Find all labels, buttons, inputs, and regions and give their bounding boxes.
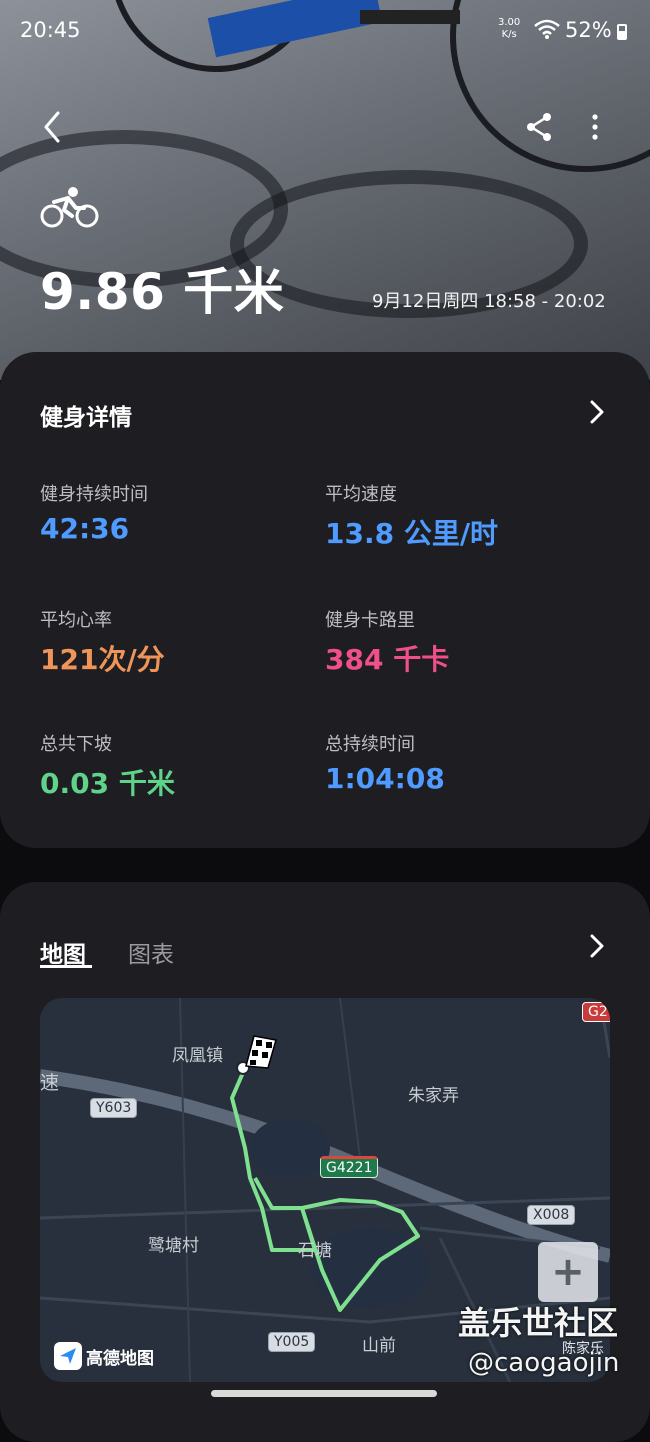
stat-label-total-duration: 总持续时间: [325, 734, 415, 755]
chevron-right-icon[interactable]: [588, 400, 606, 424]
home-indicator[interactable]: [211, 1390, 437, 1397]
map-place-label: 鹭塘村: [148, 1236, 199, 1256]
map-place-label: 山前: [362, 1336, 396, 1356]
road-tag: Y005: [268, 1332, 316, 1352]
status-time: 20:45: [20, 18, 81, 42]
chevron-left-icon: [44, 111, 60, 143]
stat-label-duration: 健身持续时间: [40, 484, 148, 505]
tab-map[interactable]: 地图: [40, 935, 86, 969]
details-title: 健身详情: [40, 405, 132, 431]
stat-label-avg-heart-rate: 平均心率: [40, 610, 112, 631]
chevron-right-icon[interactable]: [588, 934, 606, 958]
stat-label-calories: 健身卡路里: [325, 610, 415, 631]
amap-logo-icon: [54, 1342, 82, 1370]
stat-value-duration: 42:36: [40, 512, 130, 545]
stat-value-total-duration: 1:04:08: [325, 762, 445, 795]
back-button[interactable]: [32, 107, 72, 147]
map-place-label: 凤凰镇: [172, 1046, 223, 1066]
more-vertical-icon: [592, 114, 598, 140]
map-place-label: 朱家弄: [408, 1086, 459, 1106]
amap-logo: 高德地图: [54, 1342, 154, 1370]
stat-value-avg-heart-rate: 121次/分: [40, 643, 165, 676]
amap-logo-text: 高德地图: [86, 1348, 154, 1369]
network-speed: 3.00 K/s: [498, 17, 520, 41]
more-options-button[interactable]: [575, 107, 615, 147]
road-tag: G2: [582, 1002, 610, 1022]
plus-icon: +: [551, 1249, 585, 1295]
stat-value-avg-speed: 13.8 公里/时: [325, 517, 499, 550]
battery-percent: 52%: [565, 18, 612, 42]
workout-datetime: 9月12日周四 18:58 - 20:02: [372, 291, 606, 312]
share-button[interactable]: [519, 107, 559, 147]
watermark-community: 盖乐世社区: [458, 1304, 619, 1342]
cycling-icon: [40, 187, 99, 228]
stat-label-downhill: 总共下坡: [40, 734, 112, 755]
watermark-username: @caogaojin: [468, 1348, 620, 1378]
stat-value-downhill: 0.03 千米: [40, 767, 175, 800]
wifi-icon: [534, 19, 560, 39]
status-bar: 20:45 3.00 K/s 52%: [0, 0, 650, 60]
tab-map-underline: [40, 965, 92, 968]
stat-label-avg-speed: 平均速度: [325, 484, 397, 505]
network-speed-unit: K/s: [501, 29, 517, 40]
road-tag: Y603: [90, 1098, 138, 1118]
road-tag: X008: [527, 1205, 576, 1225]
road-tag: G4221: [320, 1156, 379, 1178]
map-place-label: 速: [40, 1072, 60, 1094]
battery-icon: [617, 24, 627, 40]
total-distance: 9.86 千米: [40, 263, 285, 321]
map-place-label: 石塘: [298, 1241, 332, 1261]
tab-chart[interactable]: 图表: [128, 935, 174, 969]
zoom-in-button[interactable]: +: [538, 1242, 598, 1302]
stat-value-calories: 384 千卡: [325, 643, 450, 676]
share-icon: [527, 113, 551, 141]
network-speed-value: 3.00: [498, 17, 521, 28]
